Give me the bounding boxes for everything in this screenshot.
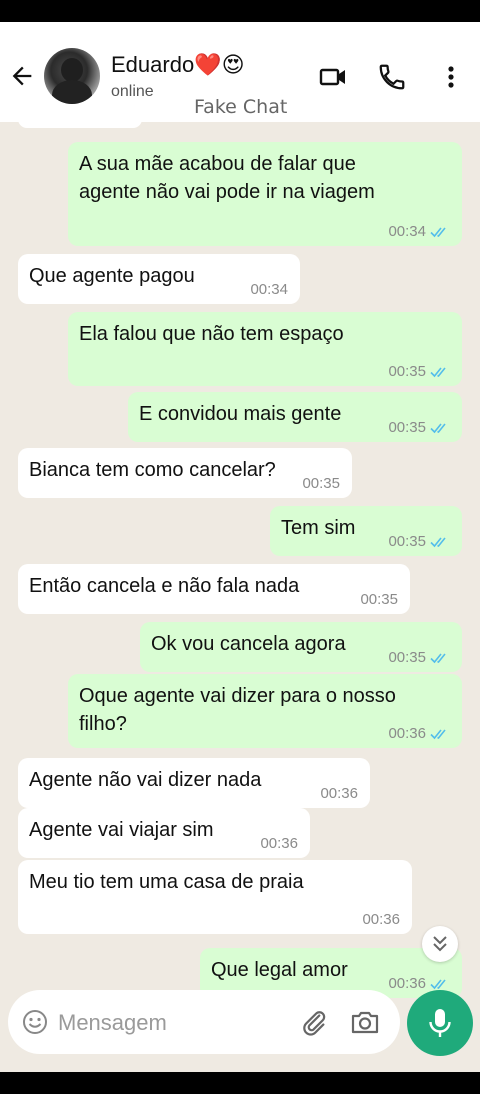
message-time: 00:34: [388, 224, 450, 240]
video-call-icon[interactable]: [318, 62, 348, 92]
message-timestamp: 00:35: [360, 591, 398, 608]
incoming-message[interactable]: Bianca tem como cancelar? 00:35: [18, 448, 352, 498]
message-text: Oque agente vai dizer para o nosso filho…: [79, 685, 396, 735]
incoming-message[interactable]: Meu tio tem uma casa de praia 00:36: [18, 860, 412, 934]
double-chevron-down-icon: [433, 936, 447, 952]
chat-screen: Eduardo❤️😍 online Fake Chat A sua mãe ac…: [0, 0, 480, 1094]
message-timestamp: 00:35: [388, 533, 426, 550]
message-time: 00:35: [388, 650, 450, 666]
message-text: Que legal amor: [211, 959, 348, 981]
status-bar: [0, 0, 480, 22]
message-text: Que agente pagou: [29, 265, 195, 287]
message-time: 00:35: [302, 476, 340, 492]
message-time: 00:36: [260, 836, 298, 852]
attach-icon[interactable]: [300, 1008, 328, 1036]
camera-icon[interactable]: [350, 1008, 380, 1036]
message-time: 00:35: [388, 420, 450, 436]
avatar[interactable]: [44, 48, 100, 104]
message-composer[interactable]: Mensagem: [8, 990, 400, 1054]
message-text: Então cancela e não fala nada: [29, 575, 300, 597]
incoming-message[interactable]: Que agente pagou 00:34: [18, 254, 300, 304]
outgoing-message[interactable]: Oque agente vai dizer para o nosso filho…: [68, 674, 462, 748]
chat-header: Eduardo❤️😍 online Fake Chat: [0, 22, 480, 122]
phone-icon[interactable]: [377, 62, 407, 92]
message-text: Ela falou que não tem espaço: [79, 323, 344, 345]
message-text: Agente vai viajar sim: [29, 819, 214, 841]
contact-status: online: [111, 83, 154, 100]
outgoing-message[interactable]: A sua mãe acabou de falar que agente não…: [68, 142, 462, 246]
message-text: Ok vou cancela agora: [151, 633, 346, 655]
message-list: A sua mãe acabou de falar que agente não…: [0, 110, 480, 1072]
message-timestamp: 00:36: [362, 911, 400, 928]
incoming-message[interactable]: Então cancela e não fala nada 00:35: [18, 564, 410, 614]
message-text: A sua mãe acabou de falar que agente não…: [79, 153, 375, 203]
read-ticks-icon: [430, 227, 446, 238]
message-timestamp: 00:35: [388, 363, 426, 380]
message-time: 00:36: [388, 726, 450, 742]
read-ticks-icon: [430, 423, 446, 434]
outgoing-message[interactable]: Tem sim 00:35: [270, 506, 462, 556]
message-time: 00:36: [320, 786, 358, 802]
message-timestamp: 00:35: [302, 475, 340, 492]
back-arrow-icon[interactable]: [8, 62, 36, 90]
message-text: Agente não vai dizer nada: [29, 769, 262, 791]
message-timestamp: 00:36: [320, 785, 358, 802]
watermark-text: Fake Chat: [194, 96, 288, 118]
message-time: 00:36: [362, 912, 400, 928]
message-timestamp: 00:34: [388, 223, 426, 240]
message-timestamp: 00:35: [388, 649, 426, 666]
contact-name[interactable]: Eduardo❤️😍: [111, 52, 245, 78]
message-text: E convidou mais gente: [139, 403, 342, 425]
contact-name-text: Eduardo: [111, 52, 195, 77]
read-ticks-icon: [430, 979, 446, 990]
outgoing-message[interactable]: Ela falou que não tem espaço 00:35: [68, 312, 462, 386]
message-time: 00:35: [360, 592, 398, 608]
message-text: Meu tio tem uma casa de praia: [29, 871, 304, 893]
message-timestamp: 00:34: [250, 281, 288, 298]
message-timestamp: 00:36: [388, 975, 426, 992]
message-time: 00:35: [388, 534, 450, 550]
outgoing-message[interactable]: Ok vou cancela agora 00:35: [140, 622, 462, 672]
more-vert-icon[interactable]: [436, 62, 466, 92]
nav-bar: [0, 1072, 480, 1094]
scroll-to-bottom-button[interactable]: [422, 926, 458, 962]
message-timestamp: 00:36: [388, 725, 426, 742]
read-ticks-icon: [430, 653, 446, 664]
outgoing-message[interactable]: E convidou mais gente 00:35: [128, 392, 462, 442]
message-timestamp: 00:36: [260, 835, 298, 852]
partial-bubble: [18, 110, 142, 128]
message-text: Tem sim: [281, 517, 356, 539]
contact-emojis: ❤️😍: [194, 52, 245, 77]
message-time: 00:34: [250, 282, 288, 298]
message-input[interactable]: Mensagem: [58, 1010, 167, 1036]
message-timestamp: 00:35: [388, 419, 426, 436]
mic-icon: [429, 1009, 451, 1037]
message-text: Bianca tem como cancelar?: [29, 459, 276, 481]
emoji-icon[interactable]: [22, 1009, 48, 1035]
incoming-message[interactable]: Agente não vai dizer nada 00:36: [18, 758, 370, 808]
read-ticks-icon: [430, 729, 446, 740]
read-ticks-icon: [430, 367, 446, 378]
read-ticks-icon: [430, 537, 446, 548]
mic-button[interactable]: [407, 990, 473, 1056]
message-time: 00:35: [388, 364, 450, 380]
incoming-message[interactable]: Agente vai viajar sim 00:36: [18, 808, 310, 858]
